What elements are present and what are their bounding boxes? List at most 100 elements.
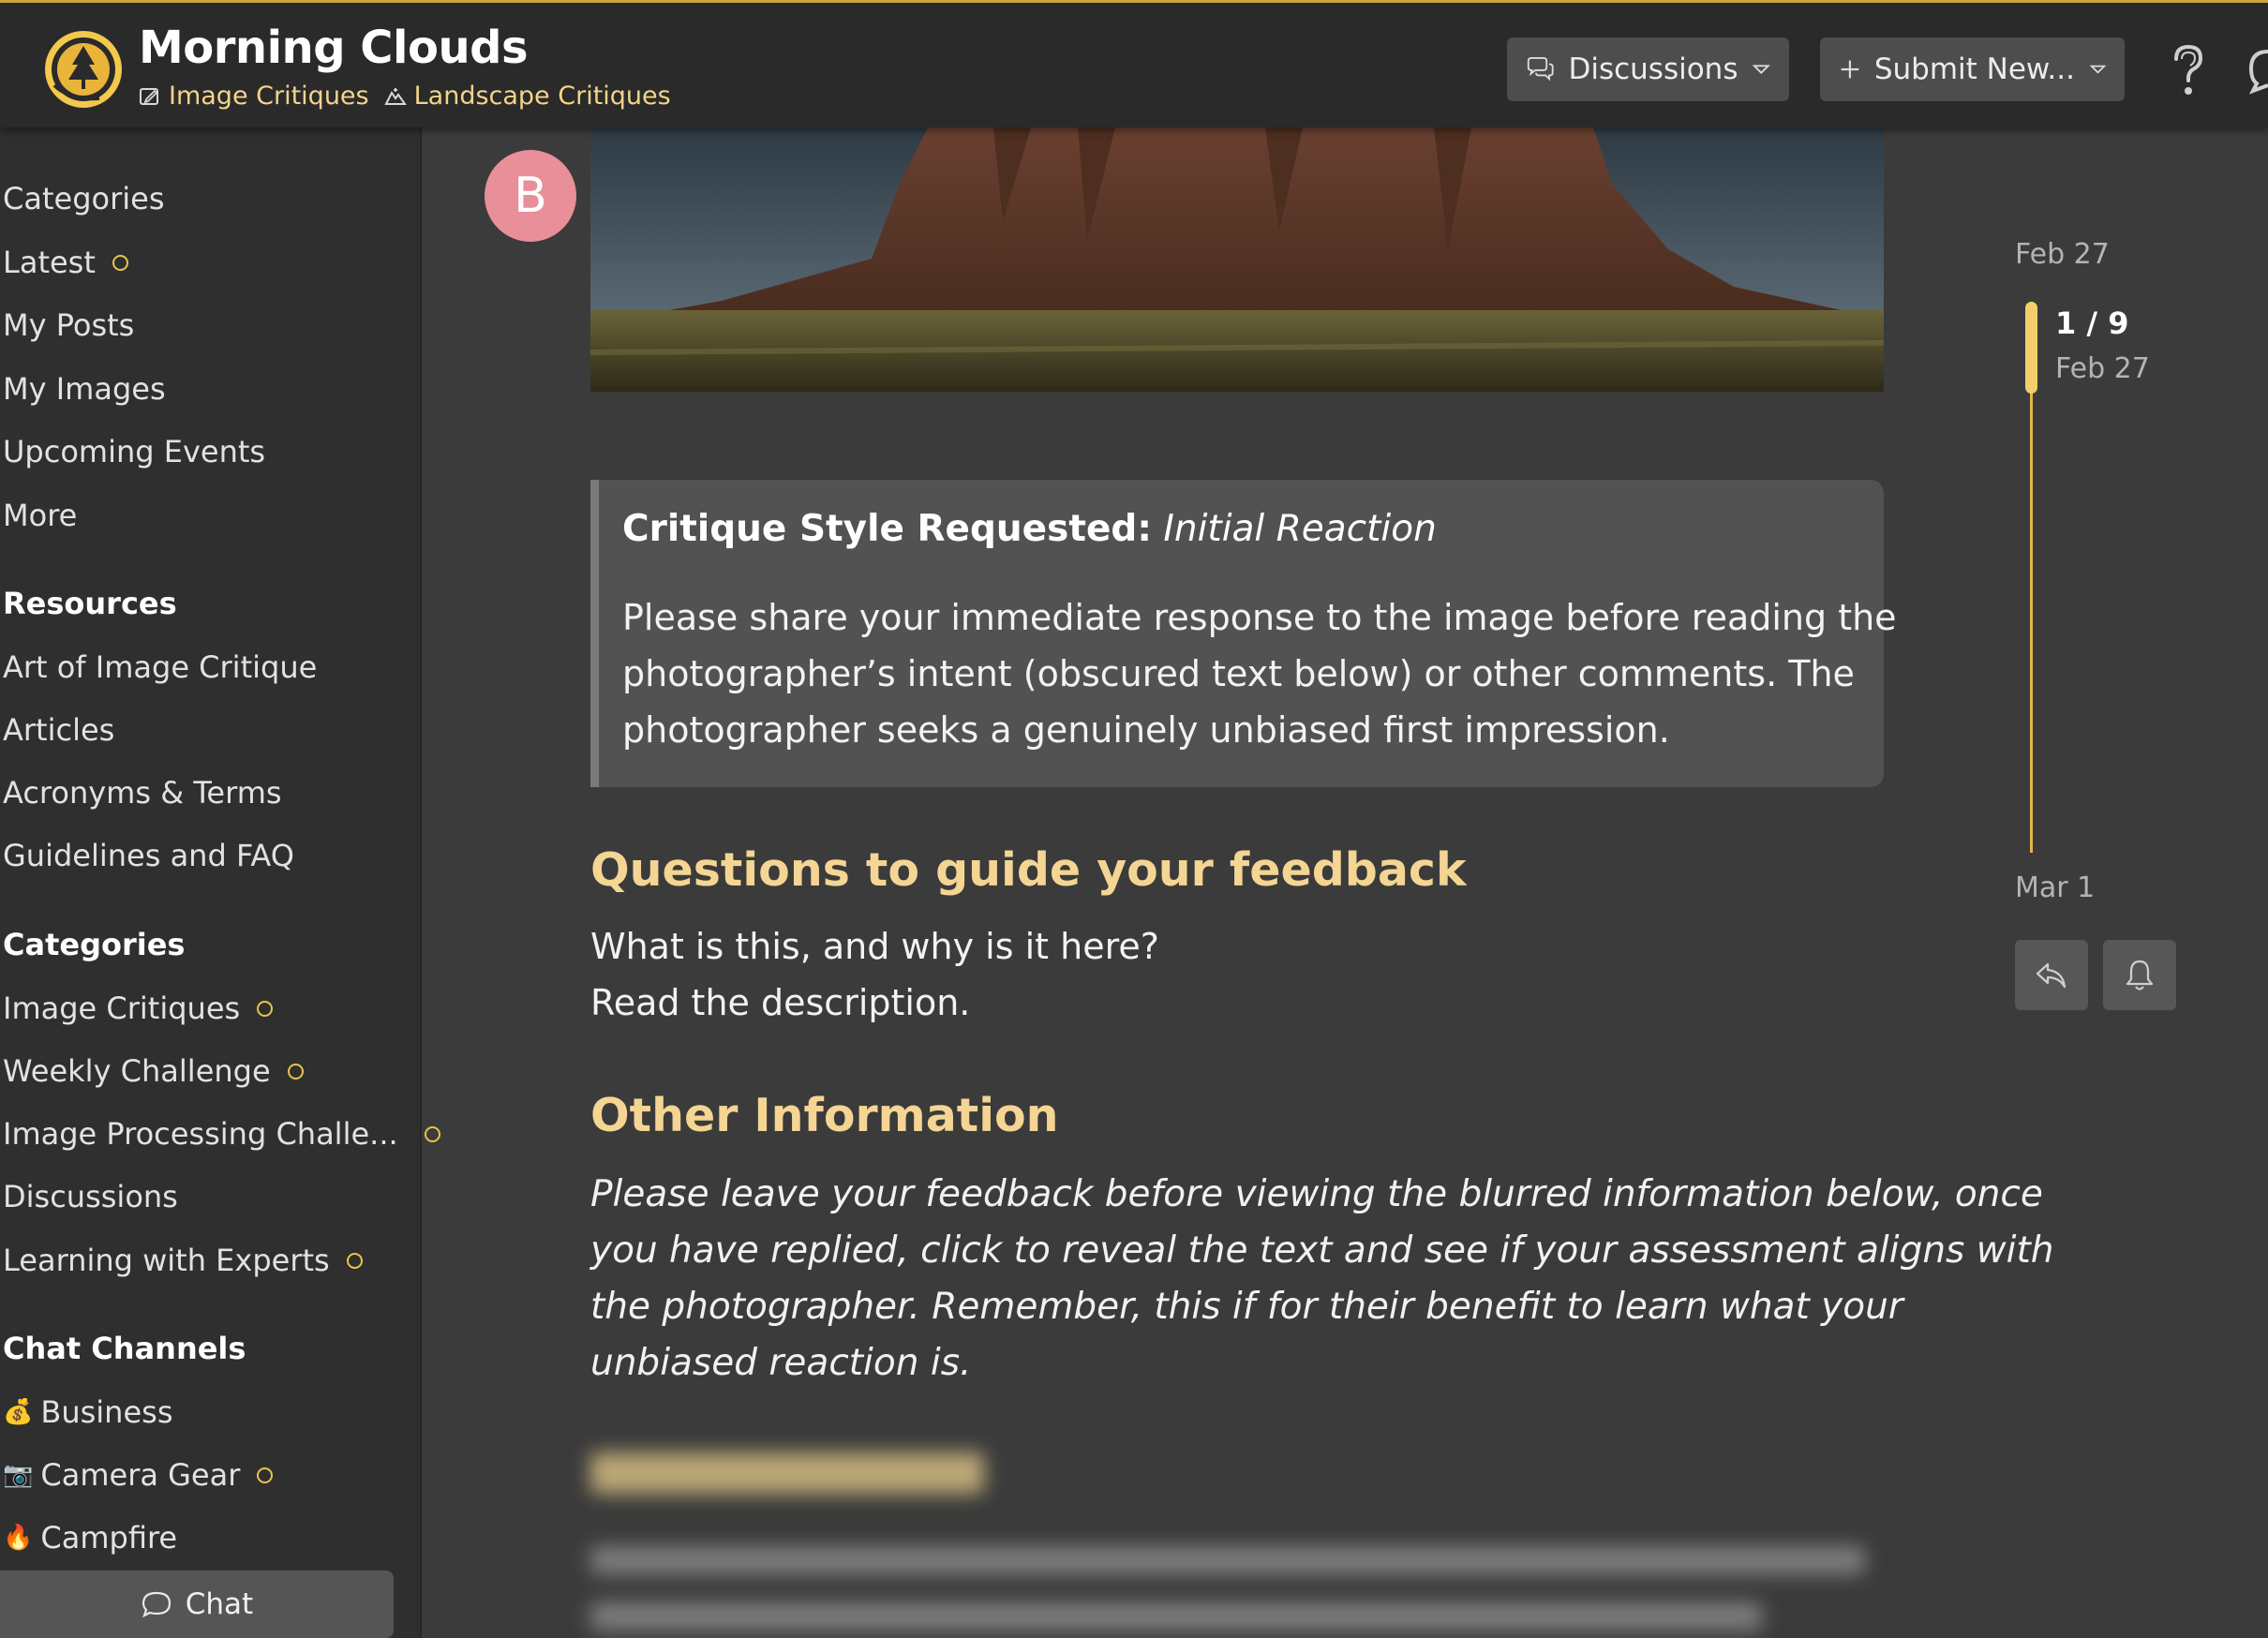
chat-channel-campfire[interactable]: 🔥 Campfire [3, 1520, 177, 1556]
caret-down-icon [1753, 65, 1770, 75]
sidebar-item-label: My Posts [3, 307, 135, 343]
sidebar-item-label: Weekly Challenge [3, 1053, 271, 1089]
unread-dot-icon [257, 1467, 274, 1483]
caret-down-icon [2089, 65, 2106, 74]
chat-button-label: Chat [185, 1587, 254, 1621]
section-header: Categories [3, 927, 186, 962]
timeline-position-date: Feb 27 [2055, 352, 2150, 385]
sidebar-section-chat-channels[interactable]: Chat Channels [3, 1331, 246, 1366]
breadcrumb-label: Landscape Critiques [413, 82, 671, 111]
sidebar-item-discussions[interactable]: Discussions [3, 1179, 178, 1214]
questions-line: Read the description. [590, 982, 971, 1023]
sidebar-item-label: More [3, 498, 78, 533]
other-information-line: the photographer. Remember, this if for … [590, 1286, 1903, 1328]
unread-dot-icon [346, 1252, 363, 1269]
reply-button[interactable] [2015, 940, 2088, 1010]
timeline-start-date[interactable]: Feb 27 [2015, 238, 2110, 271]
questions-line: What is this, and why is it here? [590, 926, 1159, 967]
sidebar-item-more[interactable]: More [3, 498, 77, 533]
sidebar-item-label: Image Processing Challe... [3, 1116, 398, 1152]
breadcrumb: Image Critiques Landscape Critiques [139, 82, 686, 111]
timeline-scroll-handle[interactable] [2025, 302, 2037, 394]
chat-bubble-icon [142, 1591, 171, 1618]
breadcrumb-landscape-critiques[interactable]: Landscape Critiques [384, 82, 671, 111]
sidebar-item-articles[interactable]: Articles [3, 712, 114, 748]
sidebar-item-label: Acronyms & Terms [3, 775, 282, 811]
chat-channel-label: Business [40, 1394, 173, 1430]
other-information-line: unbiased reaction is. [590, 1342, 972, 1384]
other-information-line: you have replied, click to reveal the te… [590, 1229, 2054, 1272]
sidebar-item-art-of-image-critique[interactable]: Art of Image Critique [3, 649, 317, 685]
submit-new-dropdown-button[interactable]: Submit New... [1820, 37, 2125, 101]
sidebar-item-label: Categories [3, 181, 165, 216]
help-question-icon[interactable] [2167, 42, 2210, 98]
breadcrumb-image-critiques[interactable]: Image Critiques [139, 82, 369, 111]
callout-line: Please share your immediate response to … [622, 597, 1897, 638]
breadcrumb-label: Image Critiques [169, 82, 369, 111]
sidebar-item-weekly-challenge[interactable]: Weekly Challenge [3, 1053, 304, 1089]
sidebar-item-learning-with-experts[interactable]: Learning with Experts [3, 1243, 363, 1278]
sidebar-item-label: Discussions [3, 1179, 178, 1214]
camera-icon: 📷 [3, 1461, 34, 1489]
timeline-position: 1 / 9 [2055, 305, 2129, 341]
landscape-icon [384, 87, 407, 105]
sidebar-item-label: My Images [3, 371, 166, 407]
other-information-text: Please leave your feedback before viewin… [590, 1167, 2054, 1392]
sidebar-item-label: Upcoming Events [3, 434, 266, 469]
callout-line: photographer seeks a genuinely unbiased … [622, 709, 1670, 751]
chat-button[interactable]: Chat [0, 1571, 394, 1638]
sidebar-item-label: Articles [3, 712, 115, 748]
sidebar-section-categories[interactable]: Categories [3, 927, 185, 962]
sidebar-item-upcoming-events[interactable]: Upcoming Events [3, 434, 265, 469]
sidebar-item-guidelines-faq[interactable]: Guidelines and FAQ [3, 838, 294, 873]
money-bag-icon: 💰 [3, 1398, 34, 1426]
chat-bubble-icon[interactable] [2244, 42, 2268, 95]
site-logo[interactable] [43, 29, 124, 110]
questions-heading: Questions to guide your feedback [590, 843, 1467, 897]
sidebar-item-categories[interactable]: Categories [3, 181, 164, 216]
callout-title-label: Critique Style Requested: [622, 508, 1152, 550]
fire-icon: 🔥 [3, 1524, 34, 1552]
site-header: Morning Clouds Image Critiques Landscape… [0, 0, 2268, 127]
unread-dot-icon [112, 254, 128, 271]
callout-line: photographer’s intent (obscured text bel… [622, 653, 1855, 694]
section-header: Chat Channels [3, 1331, 246, 1366]
blurred-spoiler-content[interactable] [590, 1434, 1884, 1638]
sidebar-item-acronyms-terms[interactable]: Acronyms & Terms [3, 775, 282, 811]
chat-channel-business[interactable]: 💰 Business [3, 1394, 172, 1430]
callout-body: Please share your immediate response to … [622, 589, 1897, 758]
chat-channel-camera-gear[interactable]: 📷 Camera Gear [3, 1457, 274, 1493]
plus-icon [1841, 60, 1859, 79]
sidebar-item-my-images[interactable]: My Images [3, 371, 166, 407]
sidebar-item-image-processing-challenge[interactable]: Image Processing Challe... [3, 1116, 440, 1152]
sidebar-item-label: Guidelines and FAQ [3, 838, 294, 873]
image-edit-icon [140, 87, 158, 105]
site-title[interactable]: Morning Clouds [139, 22, 529, 74]
author-avatar[interactable]: B [485, 150, 576, 242]
chat-channel-label: Camera Gear [40, 1457, 241, 1493]
reply-arrow-icon [2036, 962, 2067, 988]
unread-dot-icon [257, 1000, 274, 1017]
other-information-line: Please leave your feedback before viewin… [590, 1173, 2043, 1215]
sidebar-item-label: Learning with Experts [3, 1243, 330, 1278]
unread-dot-icon [424, 1125, 440, 1142]
critique-style-callout: Critique Style Requested: Initial Reacti… [590, 480, 1897, 787]
sidebar-section-resources[interactable]: Resources [3, 586, 177, 621]
post-photo[interactable] [590, 127, 1884, 392]
notification-bell-button[interactable] [2103, 940, 2176, 1010]
sidebar-item-image-critiques[interactable]: Image Critiques [3, 990, 274, 1026]
sidebar-item-my-posts[interactable]: My Posts [3, 307, 134, 343]
other-information-heading: Other Information [590, 1089, 1059, 1142]
section-header: Resources [3, 586, 177, 621]
discussions-label: Discussions [1568, 52, 1738, 86]
unread-dot-icon [287, 1063, 304, 1080]
sidebar-item-latest[interactable]: Latest [3, 245, 128, 280]
timeline-end-date[interactable]: Mar 1 [2015, 871, 2095, 904]
discussion-bubbles-icon [1527, 57, 1554, 82]
discussions-dropdown-button[interactable]: Discussions [1507, 37, 1789, 101]
submit-new-label: Submit New... [1873, 52, 2075, 86]
callout-title-value: Initial Reaction [1163, 508, 1437, 550]
callout-title: Critique Style Requested: Initial Reacti… [622, 508, 1859, 550]
sidebar-item-label: Art of Image Critique [3, 649, 318, 685]
bell-icon [2126, 960, 2154, 990]
